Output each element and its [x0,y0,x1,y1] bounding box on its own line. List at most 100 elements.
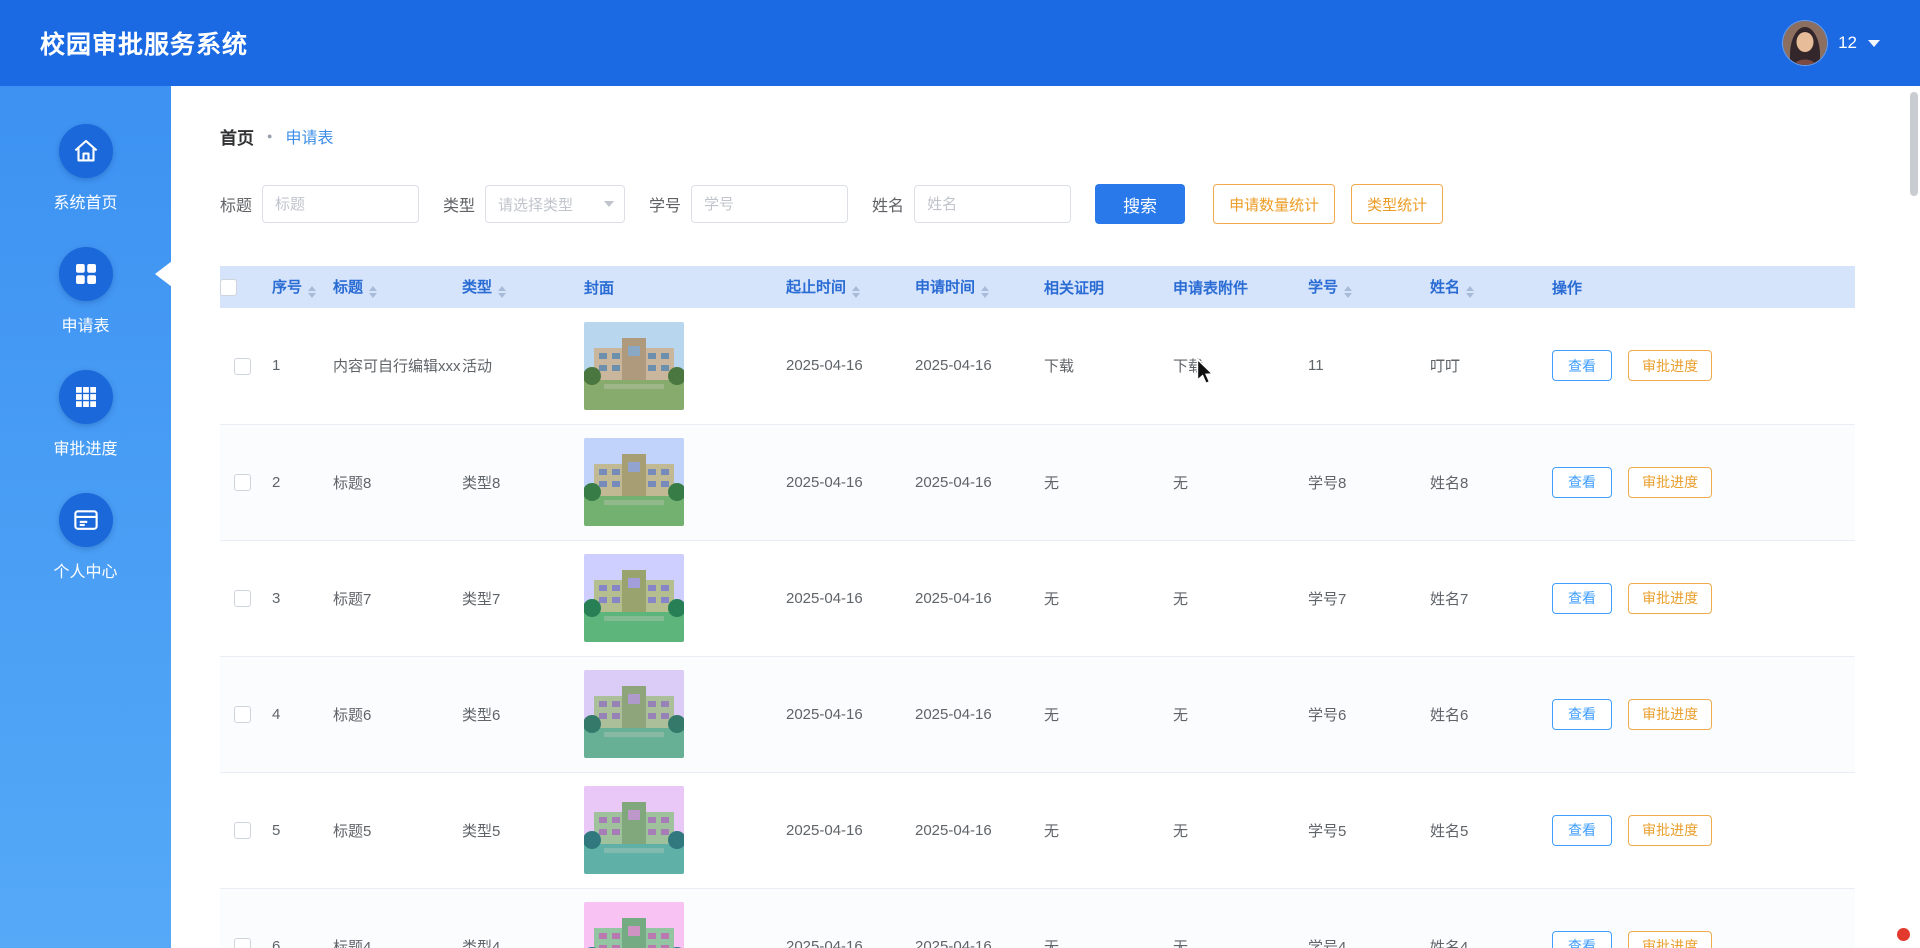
type-filter-select[interactable]: 请选择类型 [485,185,625,223]
sidebar-item-label: 个人中心 [53,558,117,582]
column-header[interactable]: 申请时间 [907,266,1036,308]
cell-title: 内容可自行编辑xxx [325,308,454,424]
name-filter-input[interactable] [914,185,1071,223]
cell-attachment: 无 [1165,424,1300,540]
cell-student-id: 学号6 [1300,656,1422,772]
type-filter-label: 类型 [443,192,475,216]
column-header[interactable]: 序号 [264,266,325,308]
sidebar-item-profile[interactable]: 个人中心 [0,477,171,600]
progress-button[interactable]: 审批进度 [1628,815,1712,846]
cell-student-id: 学号4 [1300,888,1422,948]
cell-type: 类型5 [454,772,576,888]
row-checkbox[interactable] [234,822,251,839]
sidebar: 系统首页 申请表 审批进度 个人中心 [0,86,171,948]
cell-index: 4 [264,656,325,772]
cell-apply-date: 2025-04-16 [907,424,1036,540]
row-checkbox[interactable] [234,474,251,491]
progress-button[interactable]: 审批进度 [1628,350,1712,381]
column-header: 封面 [576,266,778,308]
cell-date-range: 2025-04-16 [778,772,907,888]
type-stats-button[interactable]: 类型统计 [1351,184,1443,224]
cell-apply-date: 2025-04-16 [907,308,1036,424]
table-row: 6 标题4 类型4 2025-04-16 [220,888,1855,948]
row-checkbox[interactable] [234,938,251,948]
view-button[interactable]: 查看 [1552,583,1612,614]
progress-button[interactable]: 审批进度 [1628,699,1712,730]
cell-name: 姓名8 [1422,424,1544,540]
view-button[interactable]: 查看 [1552,931,1612,948]
sort-icon[interactable] [308,286,316,299]
cell-index: 3 [264,540,325,656]
user-badge: 12 [1838,33,1857,53]
sidebar-item-home[interactable]: 系统首页 [0,108,171,231]
home-icon [59,124,113,178]
view-button[interactable]: 查看 [1552,467,1612,498]
table-body: 1 内容可自行编辑xxx 活动 2025-04-1 [220,308,1855,948]
cell-proof[interactable]: 下载 [1036,308,1165,424]
select-all-header [220,266,264,308]
cell-attachment: 无 [1165,888,1300,948]
cell-date-range: 2025-04-16 [778,424,907,540]
sort-icon[interactable] [1466,286,1474,299]
cell-title: 标题4 [325,888,454,948]
recording-indicator [1897,928,1910,941]
breadcrumb-home[interactable]: 首页 [220,124,254,149]
sidebar-item-progress[interactable]: 审批进度 [0,354,171,477]
student-id-filter-input[interactable] [691,185,848,223]
cell-student-id: 11 [1300,308,1422,424]
scrollbar-thumb[interactable] [1910,92,1918,196]
row-checkbox[interactable] [234,706,251,723]
applications-table: 序号标题类型封面起止时间申请时间相关证明申请表附件学号姓名操作 1 内容可自行编… [220,266,1855,948]
breadcrumb: 首页 ● 申请表 [220,125,1920,147]
sort-icon[interactable] [852,286,860,299]
cell-proof: 无 [1036,540,1165,656]
column-header: 相关证明 [1036,266,1165,308]
cell-date-range: 2025-04-16 [778,888,907,948]
cover-image [584,902,684,948]
progress-button[interactable]: 审批进度 [1628,583,1712,614]
title-filter-input[interactable] [262,185,419,223]
cell-name: 姓名4 [1422,888,1544,948]
view-button[interactable]: 查看 [1552,350,1612,381]
sort-icon[interactable] [369,286,377,299]
column-header[interactable]: 姓名 [1422,266,1544,308]
sort-icon[interactable] [498,286,506,299]
column-header[interactable]: 起止时间 [778,266,907,308]
cell-title: 标题5 [325,772,454,888]
cell-apply-date: 2025-04-16 [907,656,1036,772]
table-row: 3 标题7 类型7 2025-04-16 [220,540,1855,656]
column-header[interactable]: 标题 [325,266,454,308]
search-button[interactable]: 搜索 [1095,184,1185,224]
progress-button[interactable]: 审批进度 [1628,931,1712,948]
column-header[interactable]: 学号 [1300,266,1422,308]
app-header: 校园审批服务系统 12 [0,0,1920,86]
name-filter-label: 姓名 [872,192,904,216]
sort-icon[interactable] [981,286,989,299]
column-header[interactable]: 类型 [454,266,576,308]
apps-icon [59,247,113,301]
user-menu[interactable]: 12 [1783,21,1880,65]
column-header: 申请表附件 [1165,266,1300,308]
cell-attachment: 无 [1165,772,1300,888]
sort-icon[interactable] [1344,286,1352,299]
cell-attachment[interactable]: 下载 [1165,308,1300,424]
count-stats-button[interactable]: 申请数量统计 [1213,184,1335,224]
sidebar-menu: 系统首页 申请表 审批进度 个人中心 [0,86,171,600]
sidebar-item-application[interactable]: 申请表 [0,231,171,354]
cell-index: 5 [264,772,325,888]
cover-image [584,438,684,526]
view-button[interactable]: 查看 [1552,699,1612,730]
student-id-filter-label: 学号 [649,192,681,216]
cell-type: 类型8 [454,424,576,540]
progress-button[interactable]: 审批进度 [1628,467,1712,498]
select-all-checkbox[interactable] [220,279,237,296]
avatar[interactable] [1783,21,1827,65]
row-checkbox[interactable] [234,590,251,607]
row-checkbox[interactable] [234,358,251,375]
cell-type: 类型6 [454,656,576,772]
cell-student-id: 学号8 [1300,424,1422,540]
cell-attachment: 无 [1165,540,1300,656]
cell-date-range: 2025-04-16 [778,540,907,656]
view-button[interactable]: 查看 [1552,815,1612,846]
cover-image [584,322,684,410]
